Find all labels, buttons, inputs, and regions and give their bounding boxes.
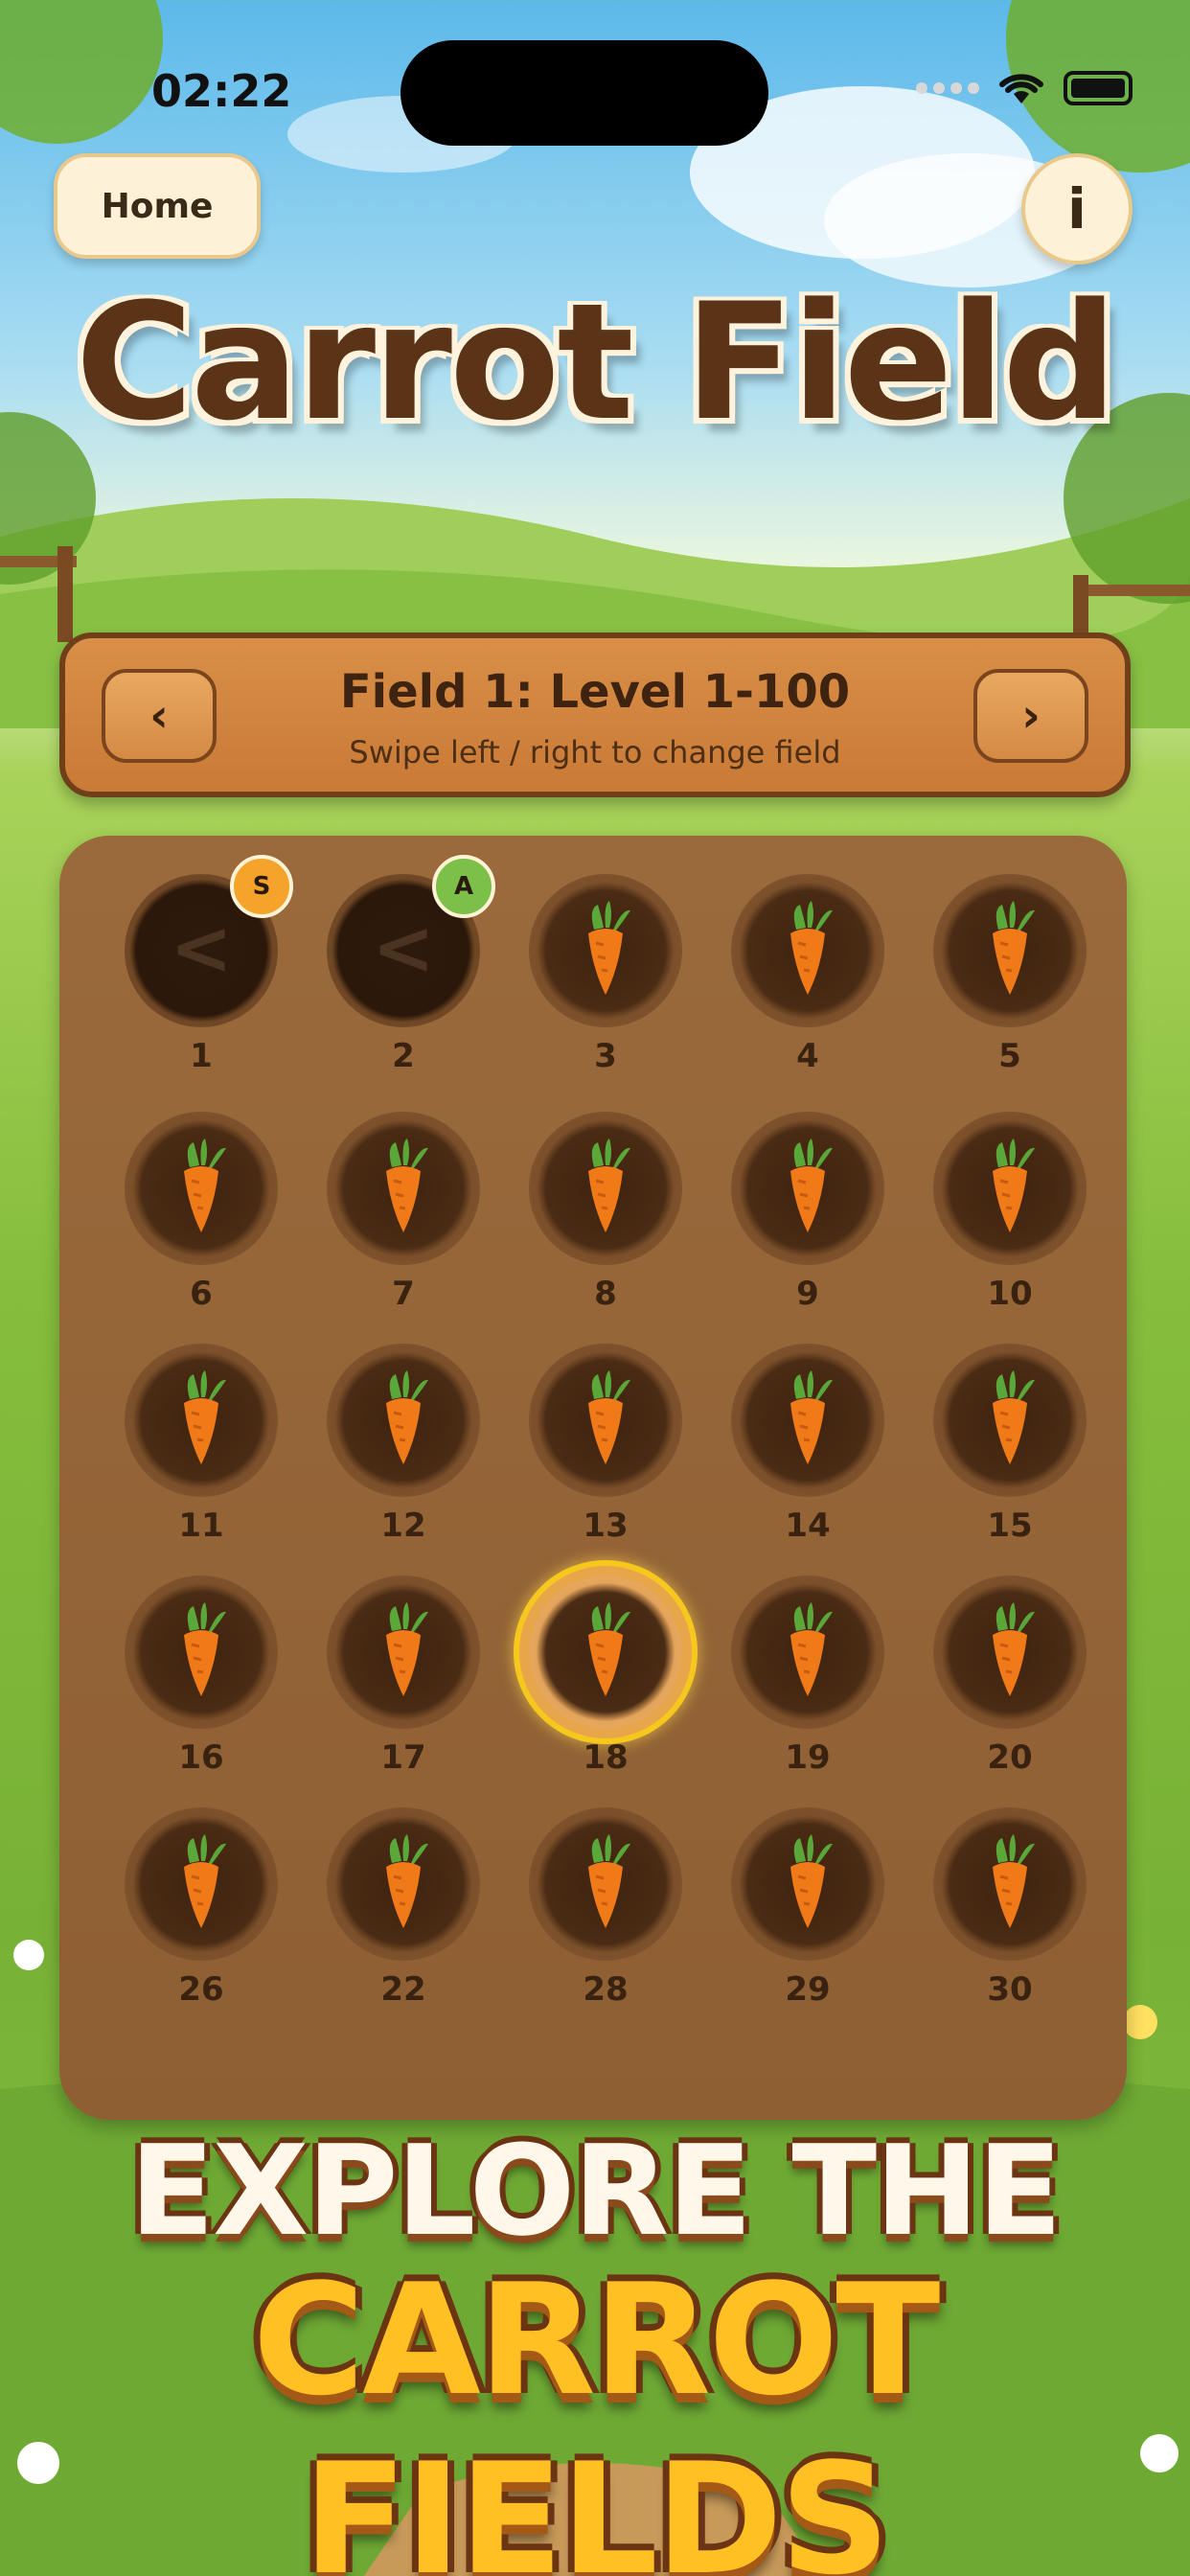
carrot-icon: [993, 1370, 1035, 1464]
level-9-button[interactable]: 9: [714, 1112, 886, 1322]
level-number: 26: [178, 1970, 224, 2009]
level-15-button[interactable]: 15: [916, 1344, 1088, 1554]
level-number: 18: [583, 1738, 629, 1777]
level-number: 14: [785, 1506, 831, 1545]
level-board: < S 1 < A 2 3 4 5 6 7 8 9 10 11 12 13 14 15 16 17 18 19 20 26 22 2…: [59, 836, 1127, 2120]
carrot-icon: [790, 1370, 833, 1464]
carrot-icon: [588, 1138, 630, 1232]
level-5-button[interactable]: 5: [916, 874, 1088, 1085]
level-11-button[interactable]: 11: [107, 1344, 280, 1554]
level-number: 2: [392, 1037, 415, 1075]
promo-subheadline: CARROT FIELDS: [252, 2250, 941, 2576]
carrot-icon: [184, 1834, 226, 1928]
level-10-button[interactable]: 10: [916, 1112, 1088, 1322]
level-number: 10: [987, 1275, 1033, 1313]
level-number: 17: [380, 1738, 426, 1777]
level-number: 7: [392, 1275, 415, 1313]
level-26-button[interactable]: 26: [107, 1807, 280, 2018]
locked-chevron-icon: <: [372, 906, 435, 992]
carrot-icon: [184, 1370, 226, 1464]
wifi-icon: [999, 74, 1043, 104]
level-14-button[interactable]: 14: [714, 1344, 886, 1554]
info-button[interactable]: i: [1021, 153, 1133, 264]
field-selector[interactable]: ‹ Field 1: Level 1-100 Swipe left / righ…: [59, 632, 1131, 797]
level-number: 19: [785, 1738, 831, 1777]
carrot-icon: [993, 1602, 1035, 1696]
level-number: 8: [594, 1275, 617, 1313]
level-number: 1: [190, 1037, 213, 1075]
dynamic-island: [400, 40, 768, 146]
level-number: 29: [785, 1970, 831, 2009]
level-number: 15: [987, 1506, 1033, 1545]
carrot-icon: [993, 1138, 1035, 1232]
level-19-button[interactable]: 19: [714, 1576, 886, 1786]
battery-icon: [1064, 71, 1133, 105]
carrot-icon: [588, 1834, 630, 1928]
carrot-icon: [790, 1834, 833, 1928]
level-2-button[interactable]: < A 2: [309, 855, 495, 1085]
level-4-button[interactable]: 4: [714, 874, 886, 1085]
rank-badge: A: [432, 855, 495, 918]
carrot-icon: [386, 1370, 428, 1464]
level-number: 22: [380, 1970, 426, 2009]
rank-badge: S: [230, 855, 293, 918]
level-number: 13: [583, 1506, 629, 1545]
carrot-icon: [790, 1602, 833, 1696]
carrot-icon: [588, 901, 630, 995]
level-number: 3: [594, 1037, 617, 1075]
carrot-icon: [184, 1602, 226, 1696]
level-3-button[interactable]: 3: [512, 874, 684, 1085]
promo-headline: EXPLORE THE: [129, 2118, 1062, 2264]
level-number: 4: [796, 1037, 819, 1075]
field-title: Field 1: Level 1-100: [339, 665, 851, 719]
carrot-icon: [386, 1138, 428, 1232]
level-22-button[interactable]: 22: [309, 1807, 482, 2018]
carrot-icon: [588, 1602, 630, 1696]
status-time: 02:22: [151, 65, 292, 117]
level-number: 20: [987, 1738, 1033, 1777]
carrot-icon: [993, 1834, 1035, 1928]
level-1-button[interactable]: < S 1: [107, 855, 293, 1085]
status-icons: [916, 69, 1133, 107]
home-button[interactable]: Home: [54, 153, 261, 259]
level-number: 30: [987, 1970, 1033, 2009]
cellular-signal-icon: [916, 82, 979, 94]
level-30-button[interactable]: 30: [916, 1807, 1088, 2018]
next-field-button[interactable]: ›: [973, 669, 1088, 763]
carrot-icon: [790, 901, 833, 995]
carrot-icon: [184, 1138, 226, 1232]
level-number: 16: [178, 1738, 224, 1777]
locked-chevron-icon: <: [170, 906, 233, 992]
level-number: 12: [380, 1506, 426, 1545]
carrot-icon: [993, 901, 1035, 995]
game-title-logo: Carrot Field: [75, 268, 1118, 456]
level-number: 28: [583, 1970, 629, 2009]
level-number: 6: [190, 1275, 213, 1313]
level-7-button[interactable]: 7: [309, 1112, 482, 1322]
level-number: 11: [178, 1506, 224, 1545]
carrot-icon: [588, 1370, 630, 1464]
level-29-button[interactable]: 29: [714, 1807, 886, 2018]
field-swipe-hint: Swipe left / right to change field: [349, 734, 841, 770]
level-20-button[interactable]: 20: [916, 1576, 1088, 1786]
level-18-button[interactable]: 18: [512, 1576, 684, 1786]
level-13-button[interactable]: 13: [512, 1344, 684, 1554]
level-12-button[interactable]: 12: [309, 1344, 482, 1554]
level-number: 5: [998, 1037, 1021, 1075]
carrot-icon: [386, 1834, 428, 1928]
level-16-button[interactable]: 16: [107, 1576, 280, 1786]
level-17-button[interactable]: 17: [309, 1576, 482, 1786]
level-number: 9: [796, 1275, 819, 1313]
level-28-button[interactable]: 28: [512, 1807, 684, 2018]
carrot-icon: [386, 1602, 428, 1696]
level-8-button[interactable]: 8: [512, 1112, 684, 1322]
level-6-button[interactable]: 6: [107, 1112, 280, 1322]
carrot-icon: [790, 1138, 833, 1232]
